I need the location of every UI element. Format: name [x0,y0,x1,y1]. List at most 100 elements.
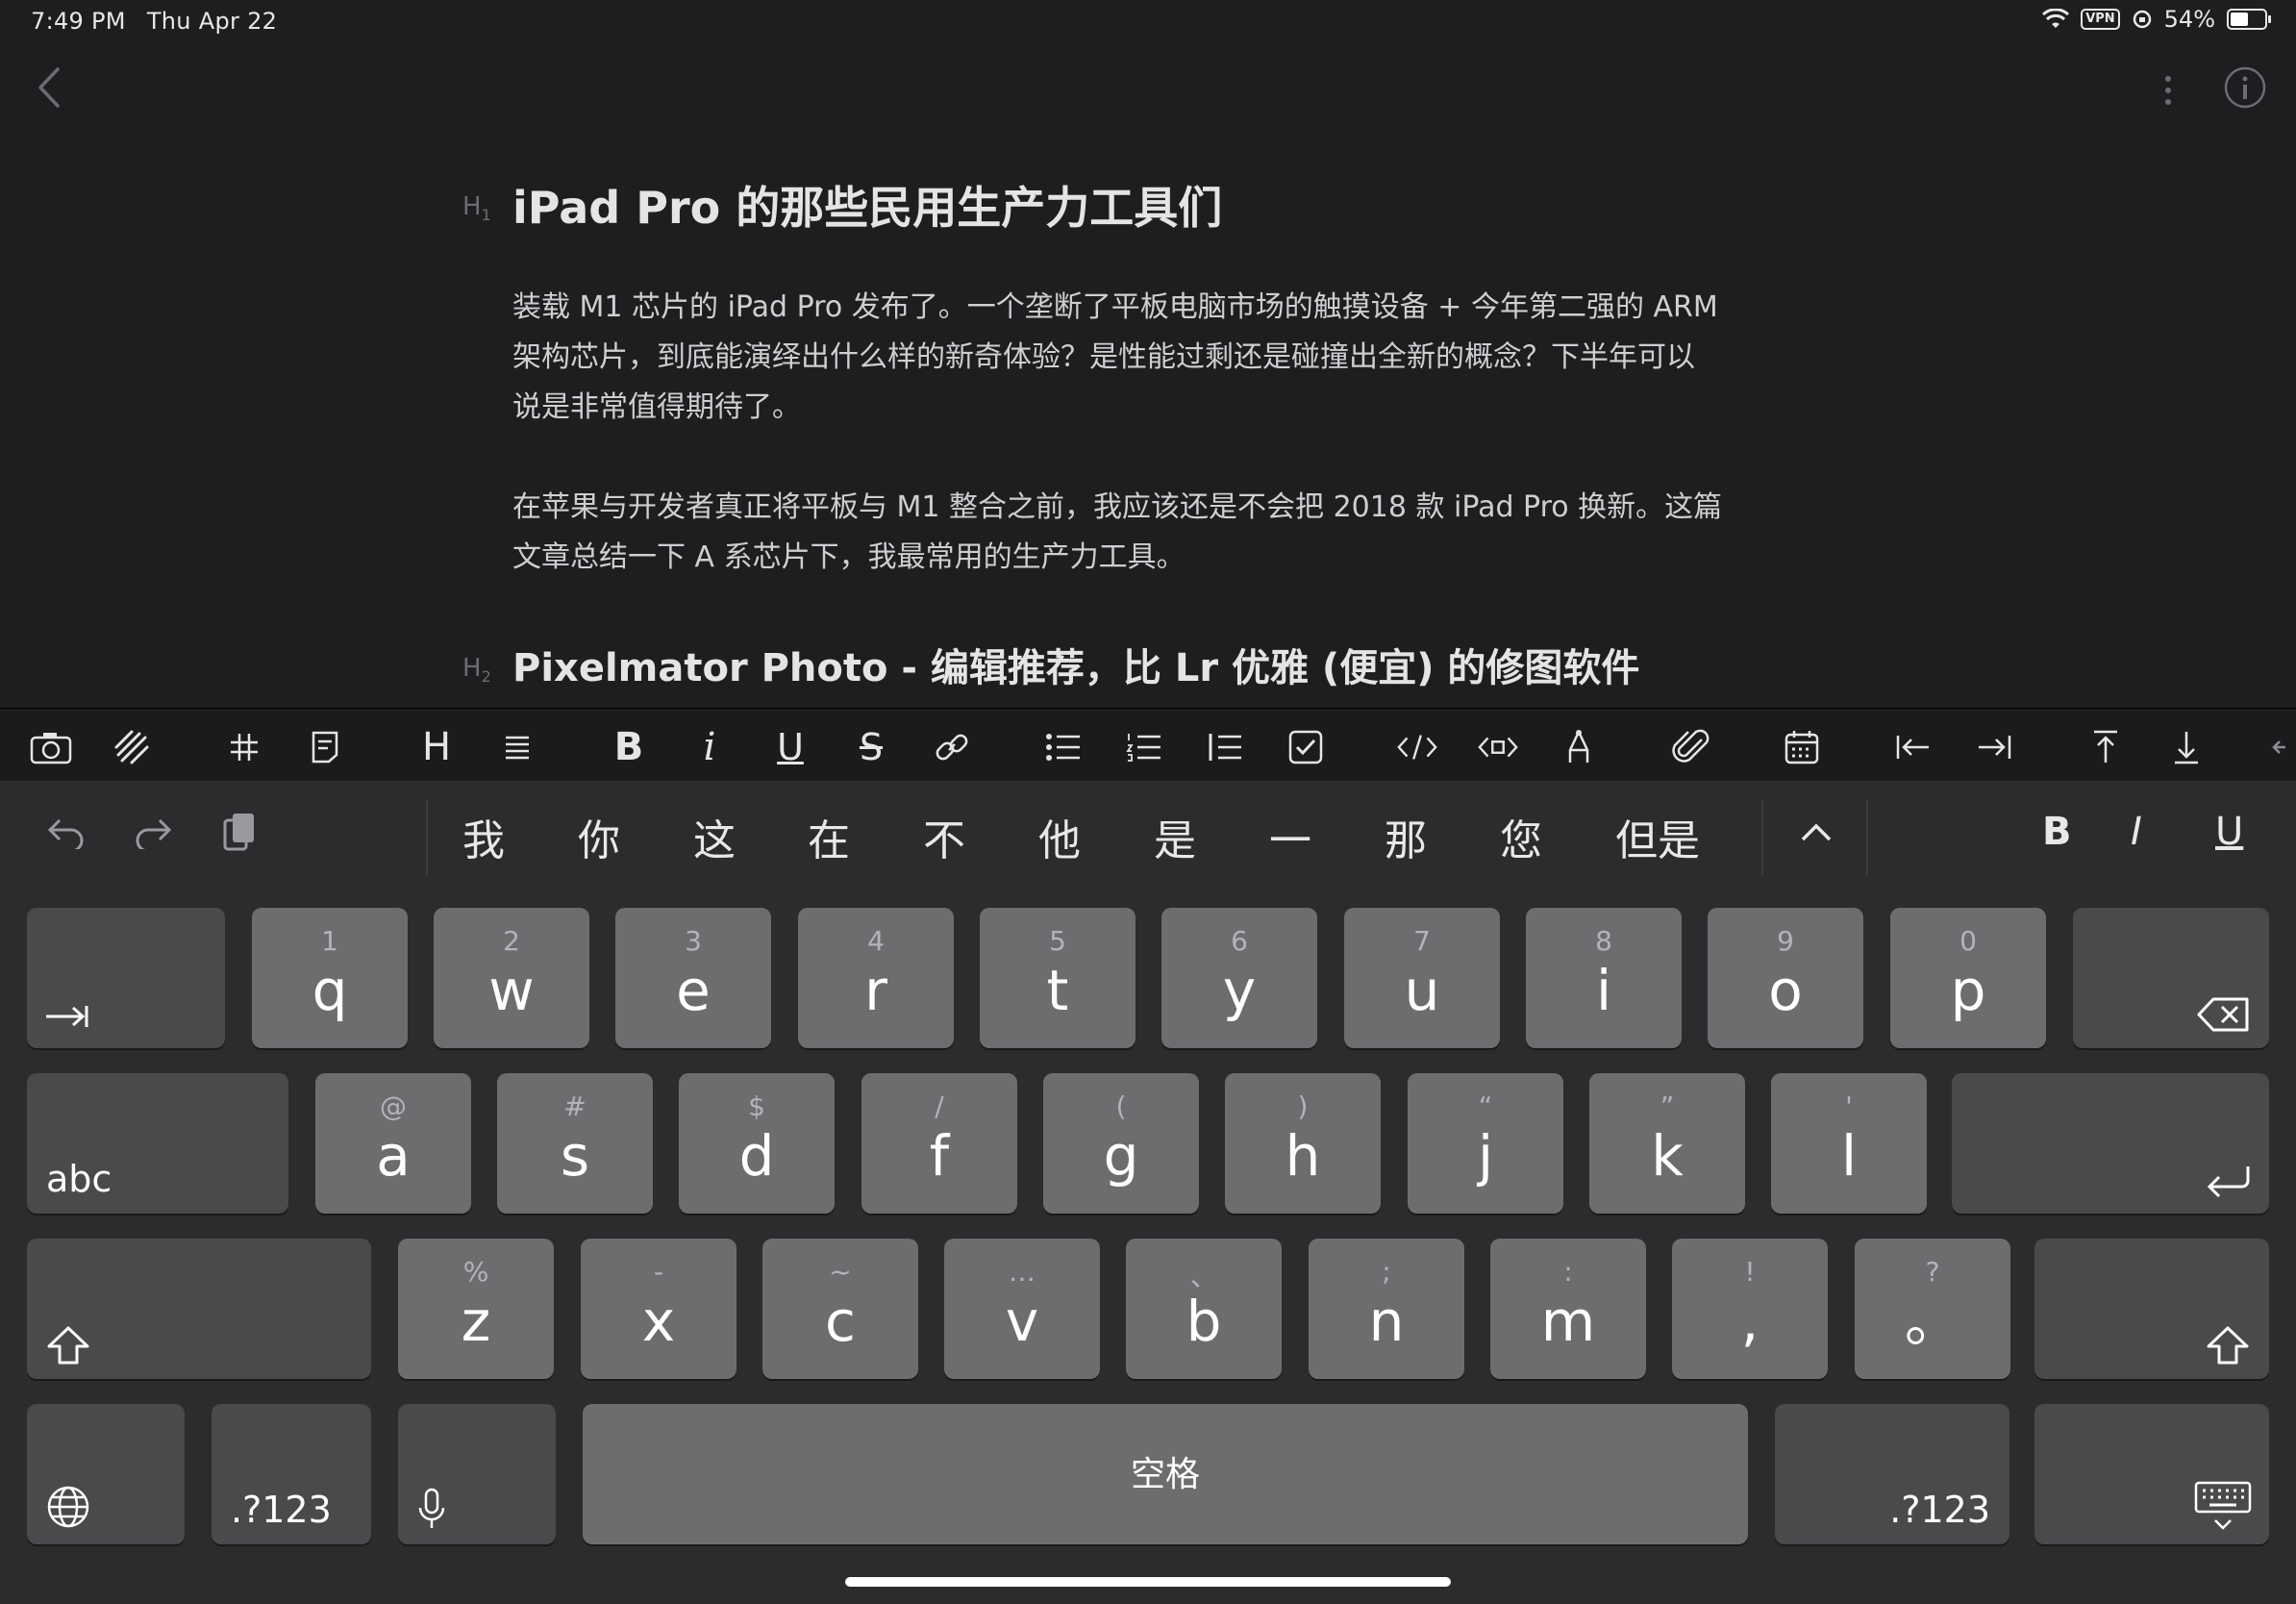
candidate-7[interactable]: 一 [1269,806,1311,867]
key-row1-0[interactable]: 1q [252,908,408,1048]
candidate-8[interactable]: 那 [1385,806,1427,867]
key-row2-7[interactable]: ” k [1589,1073,1745,1214]
tab-key[interactable] [27,908,225,1048]
key-row3-2[interactable]: ~ c [762,1239,918,1379]
key-row2-3[interactable]: / f [861,1073,1017,1214]
dictation-key[interactable] [398,1404,556,1544]
key-secondary-label: # [563,1090,586,1122]
heading-button[interactable]: H [415,725,458,769]
key-primary-label: m [1540,1289,1596,1354]
candidate-0[interactable]: 我 [462,806,505,867]
expand-candidates-icon[interactable] [1792,808,1840,856]
key-row2-4[interactable]: (g [1043,1073,1199,1214]
link-icon[interactable] [931,726,973,768]
key-primary-label: h [1285,1123,1321,1189]
bullet-list-icon[interactable] [1042,726,1085,768]
key-row1-7[interactable]: 8i [1526,908,1682,1048]
key-row1-1[interactable]: 2w [434,908,589,1048]
abc-key[interactable]: abc [27,1073,288,1214]
collapse-toolbar-icon[interactable] [2265,726,2294,768]
numbers-key-right[interactable]: .?123 [1775,1404,2009,1544]
calendar-icon[interactable] [1781,726,1823,768]
key-row2-0[interactable]: @ a [315,1073,471,1214]
redo-icon[interactable] [129,808,177,856]
camera-icon[interactable] [30,726,72,768]
delete-key[interactable] [2073,908,2269,1048]
quote-icon[interactable] [1204,726,1246,768]
space-key[interactable]: 空格 [583,1404,1748,1544]
key-secondary-label: 0 [1959,925,1977,957]
shift-key-right[interactable] [2034,1239,2269,1379]
keyboard-italic-button[interactable]: I [2131,810,2142,854]
candidate-6[interactable]: 是 [1154,806,1196,867]
key-row2-1[interactable]: # s [497,1073,653,1214]
home-indicator[interactable] [845,1577,1451,1587]
strikethrough-button[interactable]: S [850,726,892,768]
candidate-2[interactable]: 这 [693,806,736,867]
key-row1-5[interactable]: 6y [1161,908,1317,1048]
key-secondary-label: ' [1845,1090,1853,1122]
code-block-icon[interactable] [1477,726,1519,768]
key-row1-6[interactable]: 7u [1344,908,1500,1048]
paragraph-2[interactable]: 在苹果与开发者真正将平板与 M1 整合之前，我应该还是不会把 2018 款 iP… [512,483,1791,583]
scribble-icon[interactable] [111,726,153,768]
tag-hash-icon[interactable] [223,726,265,768]
paste-icon[interactable] [215,808,263,856]
return-key[interactable] [1952,1073,2269,1214]
key-row3-0[interactable]: % z [398,1239,554,1379]
back-chevron-icon[interactable] [31,63,69,112]
info-icon[interactable] [2223,65,2267,110]
underline-button[interactable]: U [769,726,811,768]
pen-nib-icon[interactable] [1558,726,1600,768]
keyboard-bold-button[interactable]: B [2042,810,2072,854]
dismiss-keyboard-key[interactable] [2034,1404,2269,1544]
numbers-key-left[interactable]: .?123 [212,1404,371,1544]
key-row3-5[interactable]: ; n [1309,1239,1464,1379]
candidate-1[interactable]: 你 [578,806,620,867]
key-row3-8[interactable]: ?。 [1855,1239,2010,1379]
paragraph-align-icon[interactable] [496,726,538,768]
undo-icon[interactable] [42,808,90,856]
key-row3-3[interactable]: … v [944,1239,1100,1379]
candidate-10[interactable]: 但是 [1615,806,1700,867]
move-to-bottom-icon[interactable] [2165,726,2208,768]
key-row1-3[interactable]: 4r [798,908,954,1048]
key-row2-2[interactable]: $ d [679,1073,835,1214]
keyboard-underline-button[interactable]: U [2215,810,2243,854]
note-icon[interactable] [304,726,346,768]
key-row1-4[interactable]: 5t [980,908,1136,1048]
key-row3-6[interactable]: :m [1490,1239,1646,1379]
key-row1-8[interactable]: 9o [1708,908,1863,1048]
candidate-3[interactable]: 在 [808,806,850,867]
more-options-icon[interactable] [2154,69,2183,117]
numbered-list-icon[interactable] [1123,726,1165,768]
paragraph-1[interactable]: 装载 M1 芯片的 iPad Pro 发布了。一个垄断了平板电脑市场的触摸设备 … [512,283,1791,433]
shift-key-left[interactable] [27,1239,371,1379]
key-row3-1[interactable]: -x [581,1239,736,1379]
move-to-start-icon[interactable] [1892,726,1934,768]
candidate-5[interactable]: 他 [1038,806,1081,867]
heading-2[interactable]: Pixelmator Photo - 编辑推荐，比 Lr 优雅 (便宜) 的修图… [512,637,1639,692]
key-secondary-label: 9 [1777,925,1794,957]
key-row2-5[interactable]: ) h [1225,1073,1381,1214]
italic-button[interactable]: i [688,725,731,769]
move-to-top-icon[interactable] [2084,726,2127,768]
key-secondary-label: ) [1297,1090,1309,1122]
key-primary-label: y [1222,958,1257,1023]
checkbox-icon[interactable] [1285,726,1327,768]
key-row3-7[interactable]: !, [1672,1239,1828,1379]
key-row1-9[interactable]: 0p [1890,908,2046,1048]
key-row2-8[interactable]: ' l [1771,1073,1927,1214]
code-icon[interactable] [1396,726,1438,768]
move-to-end-icon[interactable] [1973,726,2015,768]
candidate-4[interactable]: 不 [923,806,965,867]
heading-1[interactable]: iPad Pro 的那些民用生产力工具们 [512,173,1222,237]
candidate-9[interactable]: 您 [1500,806,1542,867]
key-secondary-label: 2 [503,925,520,957]
key-row2-6[interactable]: “j [1408,1073,1563,1214]
globe-key[interactable] [27,1404,185,1544]
bold-button[interactable]: B [608,725,650,769]
key-row1-2[interactable]: 3e [615,908,771,1048]
attachment-icon[interactable] [1669,726,1711,768]
key-row3-4[interactable]: 、 b [1126,1239,1282,1379]
